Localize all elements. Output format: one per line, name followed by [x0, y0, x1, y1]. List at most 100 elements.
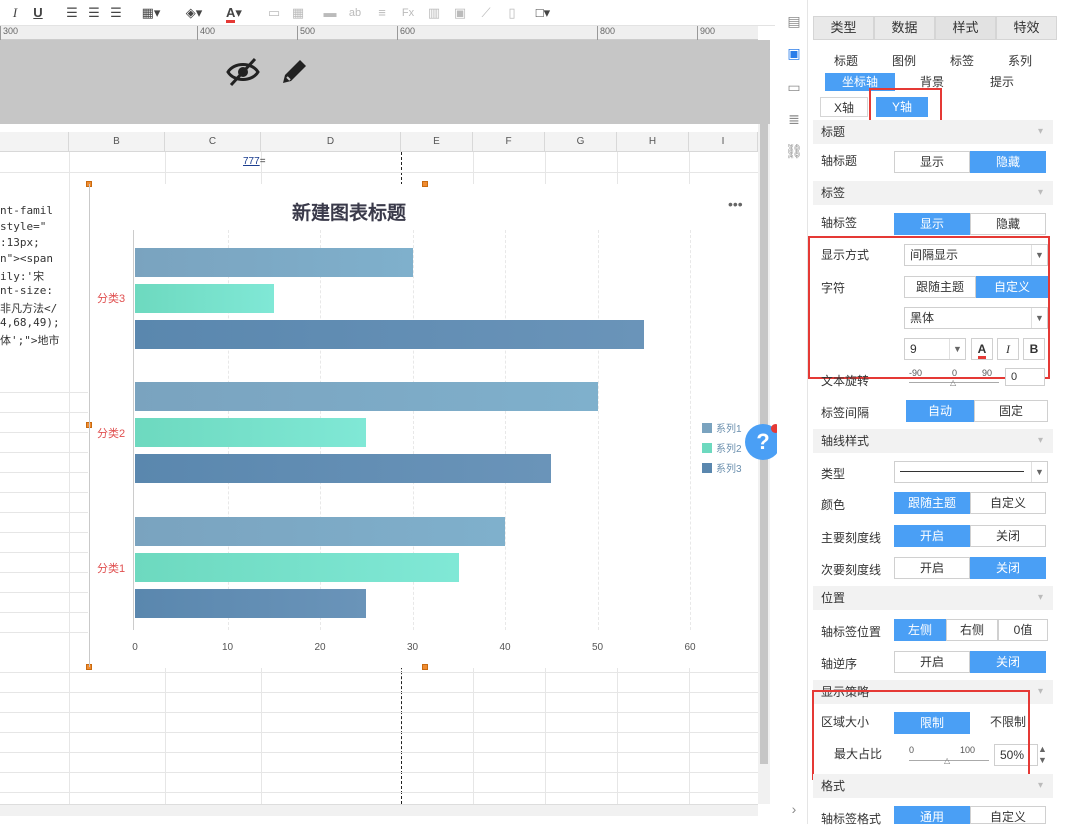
line-color-custom-button[interactable]: 自定义 — [970, 492, 1046, 514]
area-limit-button[interactable]: 限制 — [894, 712, 970, 734]
bold-button[interactable]: B — [1023, 338, 1045, 360]
formula-icon[interactable]: Fx — [398, 4, 418, 22]
major-tick-on-button[interactable]: 开启 — [894, 525, 970, 547]
x-axis-tab[interactable]: X轴 — [820, 97, 868, 117]
tab-effects[interactable]: 特效 — [996, 16, 1057, 40]
merge-icon[interactable]: ▭ — [266, 4, 282, 22]
slider-thumb-icon[interactable]: △ — [944, 756, 950, 765]
minor-tick-on-button[interactable]: 开启 — [894, 557, 970, 579]
major-tick-off-button[interactable]: 关闭 — [970, 525, 1046, 547]
legend-item[interactable]: 系列1 — [702, 420, 742, 435]
more-icon[interactable]: ••• — [728, 196, 743, 212]
border-icon[interactable]: ▦▾ — [140, 4, 162, 22]
table-icon[interactable]: ▦ — [290, 4, 306, 22]
subtab-background[interactable]: 背景 — [902, 73, 962, 91]
widget-icon[interactable]: ▭ — [785, 78, 803, 96]
spreadsheet-area[interactable]: B C D E F G H I 777= nt-famil style=" :1… — [0, 124, 770, 804]
section-display-strategy[interactable]: 显示策略 — [813, 680, 1053, 704]
reverse-on-button[interactable]: 开启 — [894, 651, 970, 673]
resize-handle[interactable] — [422, 664, 428, 670]
text-icon[interactable]: ab — [346, 4, 364, 22]
chart-icon[interactable]: ▥ — [426, 4, 442, 22]
condition-icon[interactable]: ≣ — [785, 110, 803, 128]
align-left-icon[interactable]: ☰ — [64, 4, 80, 22]
edit-pencil-icon[interactable] — [278, 56, 310, 88]
section-title[interactable]: 标题 — [813, 120, 1053, 144]
chevron-right-icon[interactable]: › — [785, 800, 803, 818]
list-icon[interactable]: ≡ — [374, 4, 390, 22]
section-position[interactable]: 位置 — [813, 586, 1053, 610]
format-custom-button[interactable]: 自定义 — [970, 806, 1046, 824]
section-axis-line[interactable]: 轴线样式 — [813, 429, 1053, 453]
link-icon[interactable]: ⛓ — [785, 142, 803, 160]
line-type-select[interactable]: ▼ — [894, 461, 1048, 483]
horizontal-scrollbar[interactable] — [0, 804, 758, 816]
vertical-scrollbar[interactable] — [758, 124, 770, 804]
italic-button[interactable]: I — [997, 338, 1019, 360]
slider-thumb-icon[interactable]: △ — [950, 378, 956, 387]
rotate-input[interactable]: 0 — [1005, 368, 1045, 386]
char-custom-button[interactable]: 自定义 — [976, 276, 1048, 298]
draw-icon[interactable]: ⟋ — [478, 4, 494, 22]
area-nolimit-button[interactable]: 不限制 — [970, 712, 1046, 734]
chart-bar[interactable] — [135, 418, 367, 447]
section-format[interactable]: 格式 — [813, 774, 1053, 798]
axis-title-hide-button[interactable]: 隐藏 — [970, 151, 1046, 173]
font-size-select[interactable]: 9 ▼ — [904, 338, 966, 360]
subtab-series[interactable]: 系列 — [994, 52, 1046, 70]
label-pos-zero-button[interactable]: 0值 — [998, 619, 1048, 641]
resize-handle[interactable] — [422, 181, 428, 187]
stepper-icon[interactable]: ▲ ▼ — [1038, 744, 1047, 766]
chart-properties-icon[interactable]: ▣ — [785, 44, 803, 62]
underline-button[interactable]: U — [30, 4, 46, 22]
interval-auto-button[interactable]: 自动 — [906, 400, 974, 422]
line-color-follow-button[interactable]: 跟随主题 — [894, 492, 970, 514]
ratio-input[interactable]: 50% — [994, 744, 1038, 766]
display-mode-select[interactable]: 间隔显示 ▼ — [904, 244, 1048, 266]
subtab-label[interactable]: 标签 — [936, 52, 988, 70]
format-general-button[interactable]: 通用 — [894, 806, 970, 824]
chart-bar[interactable] — [135, 589, 367, 618]
cell-properties-icon[interactable]: ▤ — [785, 12, 803, 30]
italic-button[interactable]: I — [8, 4, 22, 22]
section-label[interactable]: 标签 — [813, 181, 1053, 205]
bar-chart[interactable]: 新建图表标题 ••• 0 10 20 30 40 50 60 分类3 分类2 分类1 系列1… — [0, 124, 758, 684]
page-icon[interactable]: ▯ — [504, 4, 520, 22]
legend-item[interactable]: 系列3 — [702, 460, 742, 475]
font-color-button[interactable]: A — [971, 338, 993, 360]
fill-color-icon[interactable]: ◈▾ — [180, 4, 208, 22]
axis-label-hide-button[interactable]: 隐藏 — [970, 213, 1046, 235]
chart-bar[interactable] — [135, 248, 413, 277]
line-icon[interactable]: ▬ — [322, 4, 338, 22]
subtab-axis[interactable]: 坐标轴 — [825, 73, 895, 91]
tab-data[interactable]: 数据 — [874, 16, 935, 40]
align-center-icon[interactable]: ☰ — [86, 4, 102, 22]
chart-bar[interactable] — [135, 320, 644, 349]
font-color-button[interactable]: A▾ — [220, 4, 248, 23]
label-pos-right-button[interactable]: 右侧 — [946, 619, 998, 641]
axis-label-show-button[interactable]: 显示 — [894, 213, 970, 235]
chart-bar[interactable] — [135, 517, 505, 546]
tab-style[interactable]: 样式 — [935, 16, 996, 40]
interval-fixed-button[interactable]: 固定 — [974, 400, 1048, 422]
tab-type[interactable]: 类型 — [813, 16, 874, 40]
subtab-title[interactable]: 标题 — [820, 52, 872, 70]
reverse-off-button[interactable]: 关闭 — [970, 651, 1046, 673]
chart-bar[interactable] — [135, 382, 598, 411]
subtab-legend[interactable]: 图例 — [878, 52, 930, 70]
frame-icon[interactable]: □▾ — [530, 4, 556, 22]
chart-bar[interactable] — [135, 284, 274, 313]
chart-bar[interactable] — [135, 454, 552, 483]
legend-item[interactable]: 系列2 — [702, 440, 742, 455]
minor-tick-off-button[interactable]: 关闭 — [970, 557, 1046, 579]
char-follow-button[interactable]: 跟随主题 — [904, 276, 976, 298]
y-axis-tab[interactable]: Y轴 — [876, 97, 928, 117]
chart-bar[interactable] — [135, 553, 459, 582]
align-right-icon[interactable]: ☰ — [108, 4, 124, 22]
label-pos-left-button[interactable]: 左侧 — [894, 619, 946, 641]
axis-title-show-button[interactable]: 显示 — [894, 151, 970, 173]
subtab-tooltip[interactable]: 提示 — [972, 73, 1032, 91]
image-icon[interactable]: ▣ — [452, 4, 468, 22]
hide-eye-icon[interactable] — [226, 56, 260, 88]
font-family-select[interactable]: 黑体 ▼ — [904, 307, 1048, 329]
